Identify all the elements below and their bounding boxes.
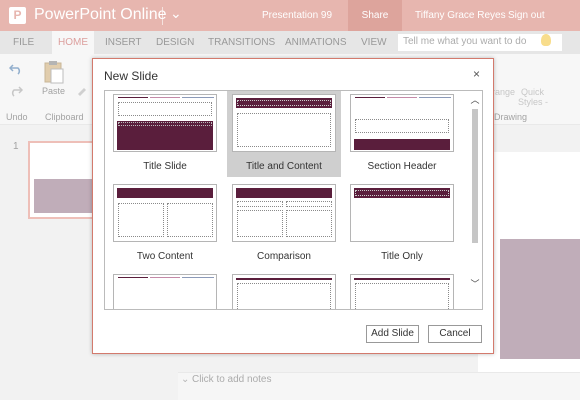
layout-thumbnail xyxy=(350,94,454,152)
gallery-scrollbar[interactable]: ︿ ﹀ xyxy=(470,93,480,307)
layout-thumbnail xyxy=(113,184,217,242)
layout-label: Comparison xyxy=(257,251,311,262)
layout-label: Section Header xyxy=(367,161,437,172)
layout-label: Title and Content xyxy=(246,161,322,172)
scroll-up-icon[interactable]: ︿ xyxy=(470,93,480,105)
layout-section-header[interactable]: Section Header xyxy=(345,91,459,177)
layout-title-and-content[interactable]: Title and Content xyxy=(227,91,341,177)
dialog-title: New Slide xyxy=(104,69,159,83)
layout-label: Two Content xyxy=(136,251,194,262)
layout-blank[interactable] xyxy=(108,271,222,309)
layout-thumbnail xyxy=(232,274,336,309)
layout-two-content[interactable]: Two Content xyxy=(108,181,222,267)
new-slide-dialog: New Slide × Title Slide Title and Conten… xyxy=(92,58,494,354)
close-icon[interactable]: × xyxy=(473,67,480,81)
scroll-down-icon[interactable]: ﹀ xyxy=(470,277,480,289)
layout-thumbnail xyxy=(350,274,454,309)
layout-picture-with-caption[interactable] xyxy=(345,271,459,309)
layout-thumbnail xyxy=(350,184,454,242)
layout-content-with-caption[interactable] xyxy=(227,271,341,309)
layout-thumbnail xyxy=(232,94,336,152)
layout-comparison[interactable]: Comparison xyxy=(227,181,341,267)
layout-label: Title Only xyxy=(381,251,423,262)
layout-gallery: Title Slide Title and Content Section He… xyxy=(104,90,483,310)
add-slide-button[interactable]: Add Slide xyxy=(366,325,419,343)
layout-thumbnail xyxy=(113,274,217,309)
layout-label: Title Slide xyxy=(143,161,187,172)
layout-title-only[interactable]: Title Only xyxy=(345,181,459,267)
cancel-button[interactable]: Cancel xyxy=(428,325,482,343)
layout-thumbnail xyxy=(232,184,336,242)
layout-thumbnail xyxy=(113,94,217,152)
layout-title-slide[interactable]: Title Slide xyxy=(108,91,222,177)
scrollbar-thumb[interactable] xyxy=(472,109,478,243)
